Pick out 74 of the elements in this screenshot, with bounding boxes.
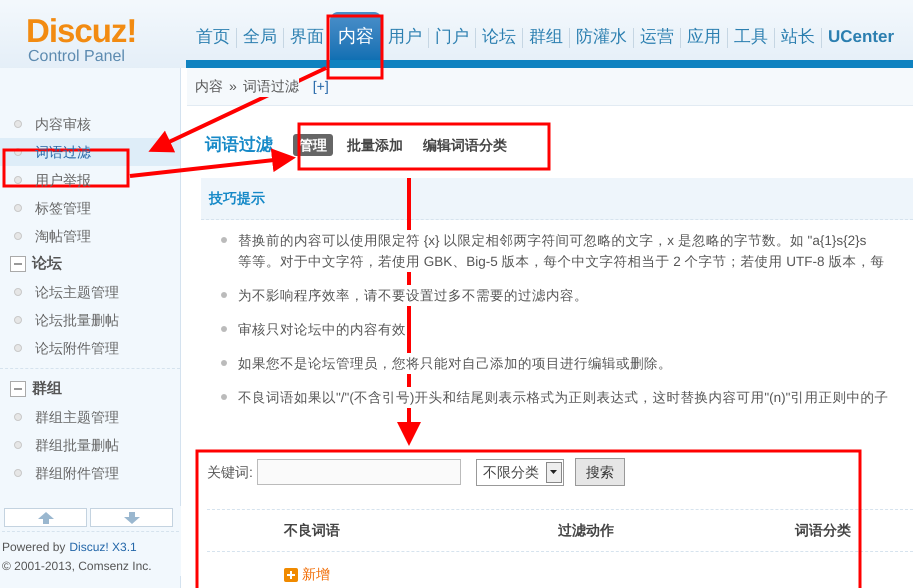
add-shortcut-link[interactable]: [+] — [312, 76, 329, 97]
sidebar-item[interactable]: 论坛附件管理 — [0, 334, 180, 362]
bullet-icon — [14, 232, 22, 240]
up-arrow-icon — [38, 512, 54, 524]
sidebar-item[interactable]: 淘帖管理 — [0, 222, 180, 250]
nav-tab[interactable]: 论坛 — [476, 16, 522, 60]
keyword-input[interactable] — [256, 459, 461, 485]
sidebar-group-title[interactable]: 群组 — [32, 378, 62, 400]
bullet-icon — [221, 292, 227, 298]
bullet-icon — [14, 120, 22, 128]
nav-tab[interactable]: 全局 — [237, 16, 283, 60]
bullet-icon — [221, 326, 227, 332]
nav-tab[interactable]: 内容 — [330, 12, 382, 60]
scroll-up-button[interactable] — [4, 508, 87, 527]
nav-tab[interactable]: 运营 — [634, 16, 680, 60]
sidebar-item[interactable]: 内容审核 — [0, 110, 180, 138]
nav-tab[interactable]: 界面 — [284, 16, 330, 60]
category-select[interactable]: 不限分类 — [476, 458, 564, 486]
sidebar-item[interactable]: 用户举报 — [0, 166, 180, 194]
nav-tab[interactable]: 用户 — [382, 16, 428, 60]
down-arrow-icon — [124, 512, 140, 524]
bullet-icon — [221, 237, 227, 243]
column-header: 不良词语 — [284, 521, 341, 540]
plus-icon — [284, 568, 298, 582]
nav-tab[interactable]: 门户 — [429, 16, 475, 60]
sub-tab[interactable]: 编辑词语分类 — [417, 134, 513, 156]
tips-title: 技巧提示 — [209, 189, 265, 208]
keyword-label: 关键词: — [207, 462, 253, 482]
nav-tab[interactable]: 首页 — [190, 16, 236, 60]
bullet-icon — [14, 204, 22, 212]
search-button[interactable]: 搜索 — [574, 458, 625, 486]
dropdown-icon — [546, 462, 562, 482]
nav-tab[interactable]: 群组 — [523, 16, 569, 60]
tip-text: 等等。对于中文字符，若使用 GBK、Big-5 版本，每个中文字符相当于 2 个字节；若使用 UTF-8 版本，每 — [238, 251, 884, 272]
sidebar-item[interactable]: 群组批量删帖 — [0, 431, 180, 459]
bullet-icon — [14, 316, 22, 324]
bullet-icon — [221, 360, 227, 366]
sidebar-item[interactable]: 群组主题管理 — [0, 403, 180, 431]
annotation-box — [326, 14, 384, 80]
sub-tab[interactable]: 批量添加 — [341, 134, 409, 156]
column-header: 过滤动作 — [558, 521, 615, 540]
sidebar-item[interactable]: 标签管理 — [0, 194, 180, 222]
bullet-icon — [14, 176, 22, 184]
bullet-icon — [14, 441, 22, 449]
breadcrumb-separator: » — [229, 77, 237, 96]
nav-tab[interactable]: 站长 — [775, 16, 821, 60]
nav-tab[interactable]: UCenter — [822, 16, 900, 60]
breadcrumb-item[interactable]: 词语过滤 — [242, 76, 299, 97]
sidebar-group-title[interactable]: 论坛 — [32, 252, 62, 276]
footer-text: Powered by — [2, 539, 66, 556]
bullet-icon — [14, 288, 22, 296]
nav-tab[interactable]: 防灌水 — [570, 16, 633, 60]
nav-tab[interactable]: 工具 — [728, 16, 774, 60]
add-link[interactable]: 新增 — [284, 564, 330, 585]
sidebar-item[interactable]: 群组附件管理 — [0, 459, 180, 487]
column-header: 词语分类 — [795, 521, 851, 540]
logo-text: Discuz! — [26, 14, 136, 48]
tip-text: 替换前的内容可以使用限定符 {x} 以限定相邻两字符间可忽略的文字，x 是忽略的字节数。如 "a{1}s{2}s — [238, 230, 866, 251]
sub-tab[interactable]: 管理 — [293, 134, 333, 156]
bullet-icon — [14, 413, 22, 421]
bullet-icon — [221, 394, 227, 400]
collapse-icon[interactable] — [10, 381, 26, 397]
logo-subtitle: Control Panel — [27, 48, 125, 66]
nav-tab[interactable]: 应用 — [681, 16, 727, 60]
sidebar-item[interactable]: 论坛主题管理 — [0, 278, 180, 306]
sidebar-item[interactable]: 论坛批量删帖 — [0, 306, 180, 334]
scroll-down-button[interactable] — [90, 508, 173, 527]
footer-link[interactable]: Discuz! X3.1 — [69, 538, 137, 557]
bullet-icon — [14, 469, 22, 477]
page-title: 词语过滤 — [205, 134, 273, 156]
tip-text: 不良词语如果以"/"(不含引号)开头和结尾则表示格式为正则表达式，这时替换内容可用"(n)"引用正则中的子 — [238, 387, 888, 408]
collapse-icon[interactable] — [10, 256, 26, 272]
bullet-icon — [14, 344, 22, 352]
copyright-text: © 2001-2013, Comsenz Inc. — [2, 558, 153, 575]
